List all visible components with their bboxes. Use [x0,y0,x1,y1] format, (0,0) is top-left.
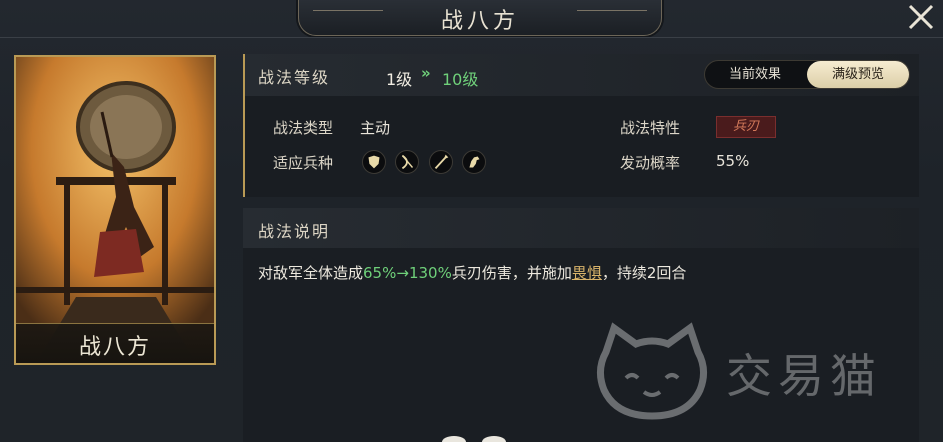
level-label: 战法等级 [258,68,331,87]
page-title: 战八方 [440,9,519,34]
description-label: 战法说明 [258,222,331,241]
skill-illustration [16,57,214,363]
trait-label: 战法特性 [620,119,681,137]
desc-part3: ，持续2回合 [601,264,687,282]
dmg-to: 130% [408,264,452,282]
spear-icon [429,150,453,174]
type-value: 主动 [360,119,391,137]
type-label: 战法类型 [273,119,334,137]
title-tab: 战八方 [298,0,662,36]
troops-label: 适应兵种 [273,154,334,172]
level-arrow-icon: » [421,64,431,82]
status-link[interactable]: 畏惧 [572,264,602,282]
cat-logo-icon [597,322,707,420]
effect-toggle: 当前效果 满级预览 [704,60,910,89]
trait-badge: 兵刃 [716,116,776,138]
bow-icon [395,150,419,174]
description-text: 对敌军全体造成65%→130%兵刃伤害，并施加畏惧，持续2回合 [258,262,686,283]
skill-card: 战八方 [14,55,216,365]
chance-value: 55% [716,152,750,170]
shield-icon [362,150,386,174]
close-icon [908,4,934,30]
level-max: 10级 [442,70,479,89]
horse-icon [462,150,486,174]
tab-current-effect[interactable]: 当前效果 [705,61,805,88]
watermark-text: 交易猫 [726,349,882,403]
desc-part2: 兵刃伤害，并施加 [451,264,572,282]
tab-max-preview[interactable]: 满级预览 [807,61,909,88]
dmg-from: 65% [363,264,397,282]
header-divider [0,37,943,38]
page-indicator [442,436,506,442]
card-name-bar: 战八方 [16,323,214,363]
level-current: 1级 [386,70,413,89]
description-panel [243,208,919,442]
close-button[interactable] [902,2,938,32]
description-header [243,208,919,248]
dmg-arrow: → [396,264,409,282]
chance-label: 发动概率 [620,154,681,172]
desc-part1: 对敌军全体造成 [258,264,364,282]
card-name: 战八方 [78,335,151,360]
